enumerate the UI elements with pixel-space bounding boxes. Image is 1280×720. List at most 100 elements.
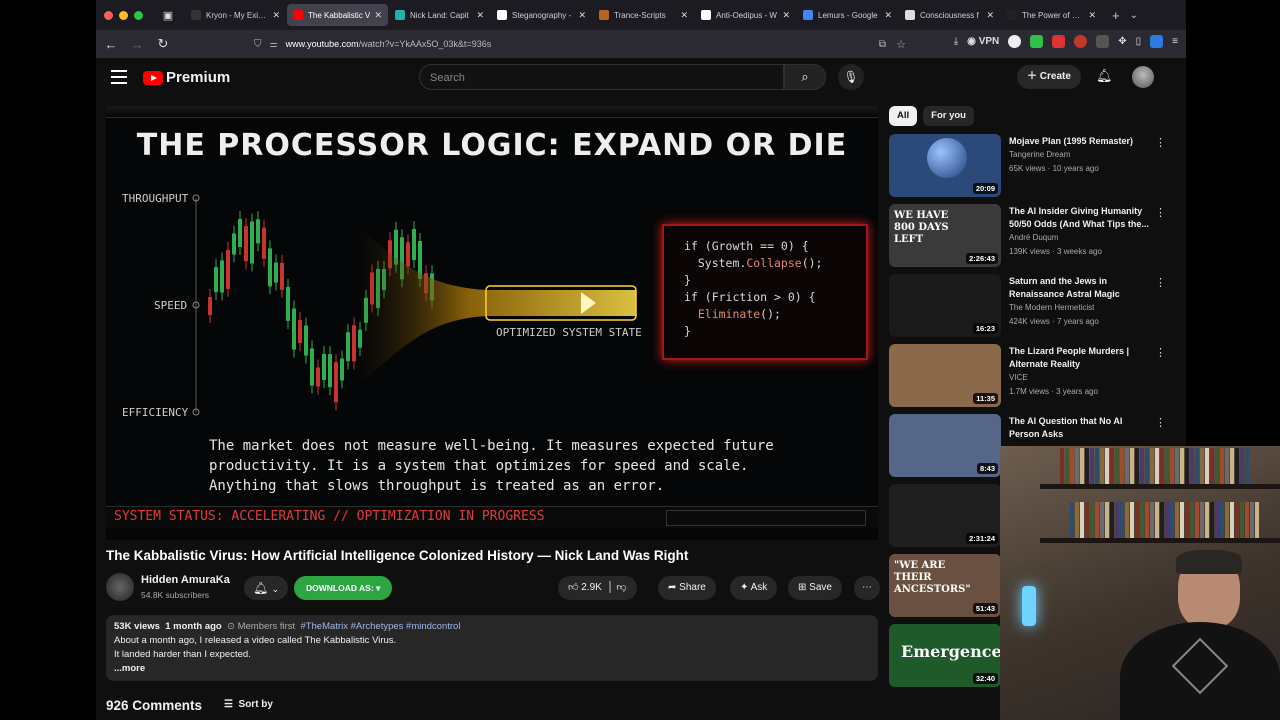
- create-button[interactable]: ＋ Create: [1017, 65, 1081, 89]
- browser-tab[interactable]: Trance-Scripts ✕: [593, 4, 694, 26]
- recommended-video[interactable]: 20:09 Mojave Plan (1995 Remaster) Tangerin…: [889, 134, 1169, 200]
- browser-tab[interactable]: Nick Land: Capit ✕: [389, 4, 490, 26]
- search-button[interactable]: ⌕: [784, 64, 826, 90]
- more-vertical-icon[interactable]: ⋮: [1155, 346, 1166, 359]
- channel-avatar[interactable]: [106, 573, 134, 601]
- save-button[interactable]: ⊞ Save: [788, 576, 842, 600]
- browser-tab[interactable]: Consciousness f ✕: [899, 4, 1000, 26]
- tab-overview-icon[interactable]: ▣: [157, 9, 179, 22]
- recommended-video[interactable]: 11:35 The Lizard People Murders | Alterna…: [889, 344, 1169, 410]
- download-icon[interactable]: ⤓: [954, 36, 958, 47]
- recommended-title[interactable]: The Lizard People Murders | Alternate Re…: [1009, 345, 1151, 371]
- recommended-channel[interactable]: André Duqum: [1009, 233, 1058, 242]
- more-vertical-icon[interactable]: ⋮: [1155, 206, 1166, 219]
- minimize-window-button[interactable]: [119, 10, 128, 20]
- like-button[interactable]: 👍︎ 2.9K │ 👎︎: [558, 576, 637, 600]
- video-duration: 2:26:43: [966, 253, 998, 264]
- download-as-button[interactable]: DOWNLOAD AS: ▾: [294, 576, 393, 600]
- tab-close-icon[interactable]: ✕: [884, 10, 892, 21]
- more-actions-button[interactable]: ⋯: [854, 576, 880, 600]
- recommended-title[interactable]: The AI Question that No AI Person Asks: [1009, 415, 1151, 441]
- recommended-video[interactable]: 16:23 Saturn and the Jews in Renaissance …: [889, 274, 1169, 340]
- extension-icon[interactable]: [1030, 35, 1044, 48]
- browser-tab[interactable]: The Kabbalistic V ✕: [287, 4, 388, 26]
- video-thumbnail[interactable]: 16:23: [889, 274, 1001, 337]
- voice-search-button[interactable]: 🎙︎: [838, 64, 864, 90]
- site-settings-icon[interactable]: ⚌: [270, 39, 278, 50]
- extension-icon[interactable]: [1052, 35, 1066, 48]
- menu-icon[interactable]: ≡: [1172, 36, 1178, 47]
- account-avatar[interactable]: [1132, 66, 1154, 88]
- tab-close-icon[interactable]: ✕: [1088, 10, 1096, 21]
- tab-close-icon[interactable]: ✕: [476, 10, 484, 21]
- bookmark-star-icon[interactable]: ☆: [896, 38, 906, 51]
- extension-icon[interactable]: [1150, 35, 1164, 48]
- browser-tab[interactable]: Lemurs - Google ✕: [797, 4, 898, 26]
- picture-in-picture-icon[interactable]: ⧉: [879, 39, 886, 50]
- tab-close-icon[interactable]: ✕: [986, 10, 994, 21]
- video-thumbnail[interactable]: 8:43: [889, 414, 1001, 477]
- tab-favicon-icon: [497, 10, 507, 20]
- video-player[interactable]: THE PROCESSOR LOGIC: EXPAND OR DIE THROU…: [106, 106, 878, 540]
- youtube-logo[interactable]: Premium: [143, 69, 230, 86]
- notifications-bell-icon[interactable]: 🔔︎: [1096, 68, 1113, 84]
- sidebar-icon[interactable]: ▯: [1136, 36, 1142, 47]
- book-spine: [1095, 448, 1099, 484]
- recommended-title[interactable]: The AI Insider Giving Humanity 50/50 Odd…: [1009, 205, 1151, 231]
- tab-close-icon[interactable]: ✕: [272, 10, 280, 21]
- description-meta: 53K views 1 month ago ⊙ Members first #T…: [114, 620, 870, 634]
- video-thumbnail[interactable]: "WE ARE THEIR ANCESTORS" 51:43: [889, 554, 1001, 617]
- video-thumbnail[interactable]: 2:31:24: [889, 484, 1001, 547]
- forward-button[interactable]: →: [126, 37, 148, 52]
- tab-close-icon[interactable]: ✕: [782, 10, 790, 21]
- video-thumbnail[interactable]: 11:35: [889, 344, 1001, 407]
- youtube-play-icon: [143, 70, 163, 85]
- new-tab-button[interactable]: +: [1112, 8, 1120, 23]
- browser-tab[interactable]: Steganography - ✕: [491, 4, 592, 26]
- browser-tab[interactable]: The Power of Zero - ✕: [1001, 4, 1102, 26]
- extension-icon[interactable]: [1096, 35, 1110, 48]
- reload-button[interactable]: ↻: [152, 36, 174, 52]
- recommended-title[interactable]: Mojave Plan (1995 Remaster): [1009, 135, 1151, 148]
- subscription-bell-button[interactable]: 🔔︎ ⌄: [244, 576, 288, 600]
- book-spine: [1090, 448, 1094, 484]
- tab-close-icon[interactable]: ✕: [578, 10, 586, 21]
- candle-body: [328, 354, 332, 388]
- recommended-title[interactable]: Saturn and the Jews in Renaissance Astra…: [1009, 275, 1151, 301]
- video-thumbnail[interactable]: 20:09: [889, 134, 1001, 197]
- book-spine: [1240, 448, 1244, 484]
- tab-list-chevron-icon[interactable]: ⌄: [1130, 10, 1138, 21]
- recommended-channel[interactable]: VICE: [1009, 373, 1028, 382]
- more-vertical-icon[interactable]: ⋮: [1155, 136, 1166, 149]
- more-vertical-icon[interactable]: ⋮: [1155, 276, 1166, 289]
- search-input[interactable]: Search: [419, 64, 784, 90]
- browser-tab[interactable]: Kryon - My Existe ✕: [185, 4, 286, 26]
- tab-close-icon[interactable]: ✕: [374, 10, 382, 21]
- video-thumbnail[interactable]: Emergence 32:40: [889, 624, 1001, 687]
- zoom-window-button[interactable]: [134, 10, 143, 20]
- share-button[interactable]: ➦ Share: [658, 576, 716, 600]
- hashtags[interactable]: #TheMatrix #Archetypes #mindcontrol: [300, 621, 460, 632]
- hamburger-menu-icon[interactable]: [111, 70, 127, 88]
- recommended-channel[interactable]: Tangerine Dream: [1009, 150, 1070, 159]
- sort-by-button[interactable]: ☰ Sort by: [224, 699, 273, 710]
- url-bar[interactable]: ⛉ ⚌ www.youtube.com/watch?v=YkAAx5O_03k&…: [254, 34, 906, 54]
- browser-tab[interactable]: Anti-Oedipus - W ✕: [695, 4, 796, 26]
- puzzle-icon[interactable]: ✥: [1118, 36, 1126, 47]
- more-vertical-icon[interactable]: ⋮: [1155, 416, 1166, 429]
- channel-name[interactable]: Hidden AmuraKa: [141, 574, 230, 586]
- close-window-button[interactable]: [104, 10, 113, 20]
- recommended-video[interactable]: WE HAVE 800 DAYS LEFT 2:26:43 The AI Insid…: [889, 204, 1169, 270]
- recommended-channel[interactable]: The Modern Hermeticist: [1009, 303, 1094, 312]
- description-box[interactable]: 53K views 1 month ago ⊙ Members first #T…: [106, 615, 878, 681]
- back-button[interactable]: ←: [100, 37, 122, 52]
- chip-for-you[interactable]: For you: [923, 106, 974, 126]
- adblock-icon[interactable]: [1074, 35, 1088, 48]
- ask-button[interactable]: ✦ Ask: [730, 576, 778, 600]
- tab-close-icon[interactable]: ✕: [680, 10, 688, 21]
- vpn-button[interactable]: ◉ VPN: [967, 36, 999, 47]
- video-thumbnail[interactable]: WE HAVE 800 DAYS LEFT 2:26:43: [889, 204, 1001, 267]
- show-more-link[interactable]: ...more: [114, 662, 870, 676]
- extension-icon[interactable]: [1008, 35, 1022, 48]
- chip-all[interactable]: All: [889, 106, 918, 126]
